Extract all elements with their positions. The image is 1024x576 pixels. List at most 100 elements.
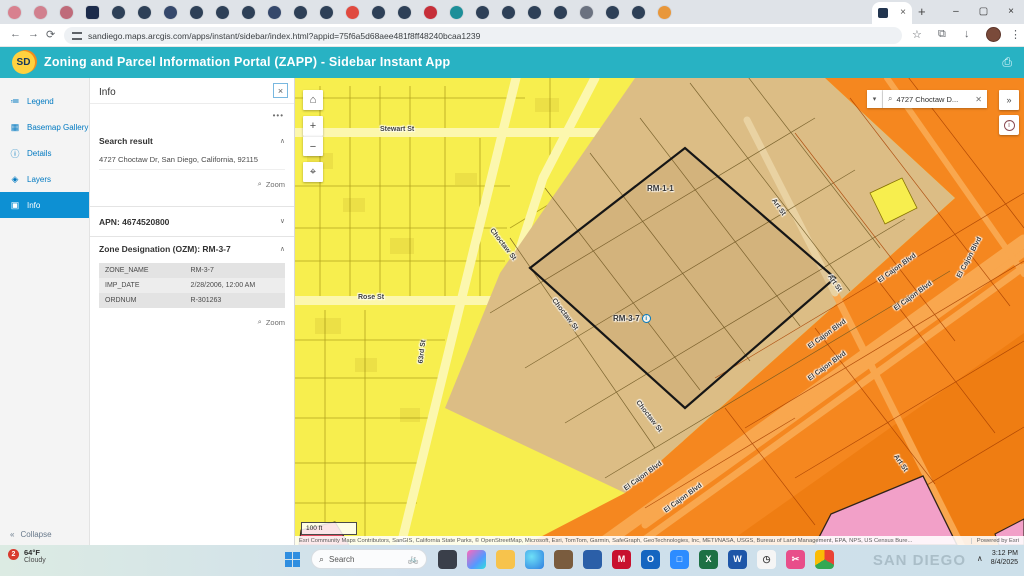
sidebar-item-basemap-gallery[interactable]: ▦ Basemap Gallery	[0, 114, 89, 140]
print-icon[interactable]: ⎙	[1002, 55, 1012, 70]
legend-icon: ≔	[10, 96, 20, 107]
tab-close-icon[interactable]: ×	[900, 8, 906, 18]
pinned-tab-favicon[interactable]	[502, 6, 515, 19]
pinned-tab-favicon[interactable]	[658, 6, 671, 19]
weather-temp: 64°F	[24, 548, 46, 557]
chevron-down-icon[interactable]: ∨	[280, 217, 285, 227]
sidebar-item-legend[interactable]: ≔ Legend	[0, 88, 89, 114]
search-result-zoom-link[interactable]: ⌕ Zoom	[99, 179, 285, 189]
pinned-tab-favicon[interactable]	[242, 6, 255, 19]
forward-button[interactable]: →	[28, 28, 39, 40]
zoom-out-button[interactable]: −	[303, 136, 323, 156]
file-explorer-icon[interactable]	[496, 550, 515, 569]
pinned-tab-favicon[interactable]	[554, 6, 567, 19]
edge-icon[interactable]	[525, 550, 544, 569]
zone-zoom-link[interactable]: ⌕ Zoom	[99, 317, 285, 327]
store-icon[interactable]	[554, 550, 573, 569]
sidebar-item-layers[interactable]: ◈ Layers	[0, 166, 89, 192]
active-tab[interactable]: ×	[872, 2, 912, 24]
pinned-tab-favicon[interactable]	[268, 6, 281, 19]
credits-info-button[interactable]: i	[999, 115, 1019, 135]
chrome-icon[interactable]	[815, 550, 834, 569]
site-settings-icon[interactable]	[72, 32, 82, 40]
pinned-tab-favicon[interactable]	[34, 6, 47, 19]
bookmark-star-icon[interactable]: ☆	[912, 28, 922, 41]
expand-widget-button[interactable]: »	[999, 90, 1019, 110]
window-close-button[interactable]: ×	[1008, 6, 1014, 17]
search-source-dropdown[interactable]: ▾	[867, 90, 883, 108]
teams-icon[interactable]	[583, 550, 602, 569]
pinned-tab-favicon[interactable]	[424, 6, 437, 19]
panel-close-button[interactable]: ×	[273, 83, 288, 98]
pinned-tab-favicon[interactable]	[190, 6, 203, 19]
popup-info-icon[interactable]: i	[642, 314, 651, 323]
outlook-icon[interactable]: O	[641, 550, 660, 569]
excel-icon[interactable]: X	[699, 550, 718, 569]
zoom-icon[interactable]: □	[670, 550, 689, 569]
weather-condition: Cloudy	[24, 557, 46, 564]
pinned-tab-favicon[interactable]	[8, 6, 21, 19]
pinned-tab-favicon[interactable]	[632, 6, 645, 19]
chevron-up-icon[interactable]: ∧	[280, 137, 285, 145]
app-header: SD Zoning and Parcel Information Portal …	[0, 47, 1024, 78]
sidebar-item-info[interactable]: ▣ Info	[0, 192, 89, 218]
address-bar[interactable]: sandiego.maps.arcgis.com/apps/instant/si…	[64, 27, 902, 44]
taskbar-search-box[interactable]: ⌕ Search 🚲	[311, 549, 427, 569]
collapse-button[interactable]: « Collapse	[10, 530, 52, 539]
word-icon[interactable]: W	[728, 550, 747, 569]
pinned-tab-favicon[interactable]	[320, 6, 333, 19]
pinned-tab-favicon[interactable]	[372, 6, 385, 19]
pinned-tab-favicon[interactable]	[398, 6, 411, 19]
browser-menu-icon[interactable]: ⋮	[1010, 28, 1021, 41]
tray-caret-icon[interactable]: ∧	[977, 554, 983, 563]
weather-widget[interactable]: 2 64°F Cloudy	[8, 548, 46, 564]
chevron-up-icon[interactable]: ∧	[280, 245, 285, 253]
pinned-tab-favicon[interactable]	[606, 6, 619, 19]
reload-button[interactable]: ⟳	[46, 28, 55, 41]
sidebar-item-details[interactable]: ⓘ Details	[0, 140, 89, 166]
search-result-address: 4727 Choctaw Dr, San Diego, California, …	[99, 155, 285, 170]
panel-options-icon[interactable]: •••	[273, 111, 284, 120]
home-button[interactable]: ⌂	[303, 90, 323, 110]
window-maximize-button[interactable]: ▢	[979, 6, 988, 17]
pinned-tab-favicon[interactable]	[86, 6, 99, 19]
zoom-label: Zoom	[266, 318, 285, 327]
snip-icon[interactable]: ✂	[786, 550, 805, 569]
pinned-tab-favicon[interactable]	[60, 6, 73, 19]
pinned-tab-favicon[interactable]	[528, 6, 541, 19]
zone-label-rm37[interactable]: RM-3-7 i	[613, 314, 651, 323]
map-search-input[interactable]: ⌕ 4727 Choctaw D... ✕	[883, 90, 987, 108]
pinned-tab-favicon[interactable]	[216, 6, 229, 19]
apn-section: APN: 4674520800 ∨	[99, 217, 285, 227]
pinned-tab-favicon[interactable]	[112, 6, 125, 19]
windows-start-button[interactable]	[285, 552, 300, 567]
taskbar-clock[interactable]: 3:12 PM 8/4/2025	[991, 549, 1018, 568]
map-viewport[interactable]: Stewart StRose St63rd StChoctaw StChocta…	[295, 78, 1024, 545]
clock-icon[interactable]: ◷	[757, 550, 776, 569]
zone-header[interactable]: Zone Designation (OZM): RM-3-7 ∧	[99, 244, 285, 254]
search-result-header[interactable]: Search result ∧	[99, 136, 285, 146]
mcafee-icon[interactable]: M	[612, 550, 631, 569]
pinned-tab-favicon[interactable]	[164, 6, 177, 19]
back-button[interactable]: ←	[10, 28, 21, 40]
system-tray[interactable]: ∧ 3:12 PM 8/4/2025	[977, 549, 1018, 568]
window-minimize-button[interactable]: –	[953, 6, 959, 17]
pinned-tab-favicon[interactable]	[476, 6, 489, 19]
pinned-tab-favicon[interactable]	[346, 6, 359, 19]
pinned-tab-favicon[interactable]	[450, 6, 463, 19]
share-icon[interactable]: ⧉	[938, 28, 946, 41]
browser-toolbar: ← → ⟳ sandiego.maps.arcgis.com/apps/inst…	[0, 24, 1024, 47]
zoom-in-button[interactable]: +	[303, 116, 323, 136]
pinned-tab-favicon[interactable]	[138, 6, 151, 19]
clear-search-icon[interactable]: ✕	[975, 95, 982, 104]
apn-header[interactable]: APN: 4674520800 ∨	[99, 217, 285, 227]
copilot-icon[interactable]	[467, 550, 486, 569]
new-tab-button[interactable]: +	[918, 4, 926, 19]
locate-button[interactable]: ⌖	[303, 162, 323, 182]
pinned-tab-favicon[interactable]	[580, 6, 593, 19]
search-icon: ⌕	[319, 554, 324, 565]
downloads-icon[interactable]: ↓	[964, 28, 970, 40]
profile-avatar[interactable]	[986, 27, 1001, 42]
system-icon[interactable]	[438, 550, 457, 569]
pinned-tab-favicon[interactable]	[294, 6, 307, 19]
